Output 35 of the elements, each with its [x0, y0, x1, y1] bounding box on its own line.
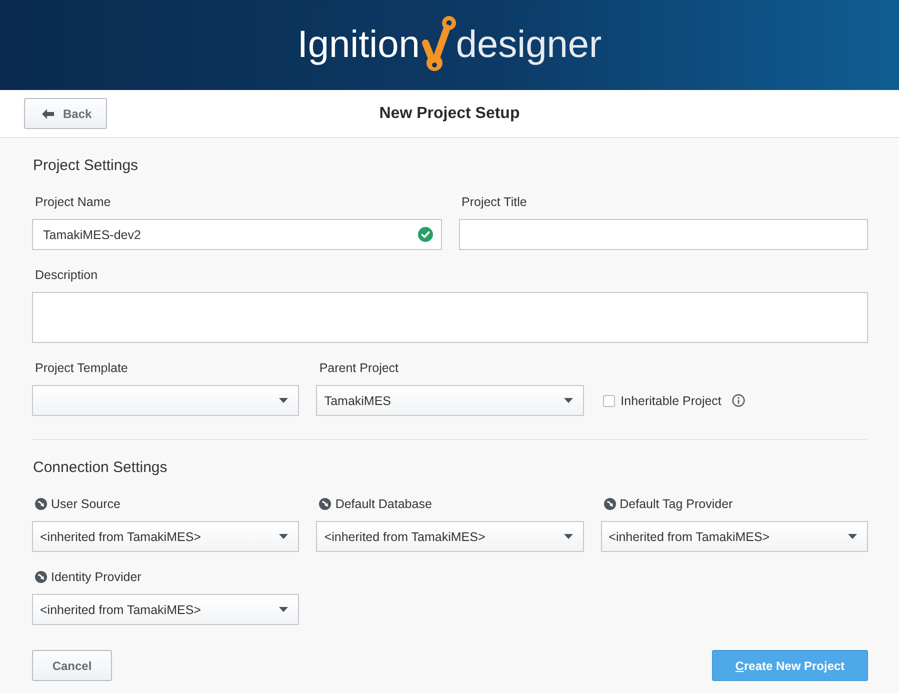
cancel-button[interactable]: Cancel [32, 650, 112, 681]
field-label: Default Tag Provider [620, 496, 733, 512]
field-label: Description [35, 267, 98, 283]
back-button[interactable]: Back [24, 98, 107, 129]
arrow-left-icon [42, 108, 54, 118]
dropdown[interactable]: <inherited from TamakiMES> [32, 594, 300, 625]
text-area[interactable] [32, 292, 868, 343]
field-label: Project Name [35, 194, 111, 210]
info-icon[interactable] [732, 394, 746, 407]
logo-text: designer [456, 23, 602, 68]
field-label: User Source [51, 496, 120, 512]
field-label: Identity Provider [51, 569, 142, 585]
dropdown[interactable]: TamakiMES [316, 385, 584, 416]
section-heading: Connection Settings [33, 458, 168, 478]
text-field[interactable] [458, 219, 868, 250]
checkbox-label[interactable]: Inheritable Project [620, 394, 722, 408]
caret-icon [564, 534, 573, 539]
dropdown[interactable]: <inherited from TamakiMES> [32, 521, 300, 552]
caret-icon [848, 534, 857, 539]
field-label: Parent Project [319, 360, 399, 376]
dropdown[interactable]: <inherited from TamakiMES> [600, 521, 868, 552]
caret-icon [279, 607, 288, 612]
dropdown[interactable]: <inherited from TamakiMES> [316, 521, 584, 552]
logo-text: Ignition [297, 23, 420, 68]
checkbox[interactable] [602, 394, 615, 406]
field-label: Default Database [335, 496, 432, 512]
caret-icon [279, 398, 288, 403]
section-heading: Project Settings [33, 156, 138, 176]
page-title: New Project Setup [379, 104, 520, 122]
caret-icon [279, 534, 288, 539]
field-label: Project Template [35, 360, 128, 376]
caret-icon [564, 398, 573, 403]
dropdown[interactable] [32, 385, 300, 416]
field-label: Project Title [462, 194, 527, 210]
text-field[interactable]: TamakiMES-dev2 [32, 219, 442, 250]
